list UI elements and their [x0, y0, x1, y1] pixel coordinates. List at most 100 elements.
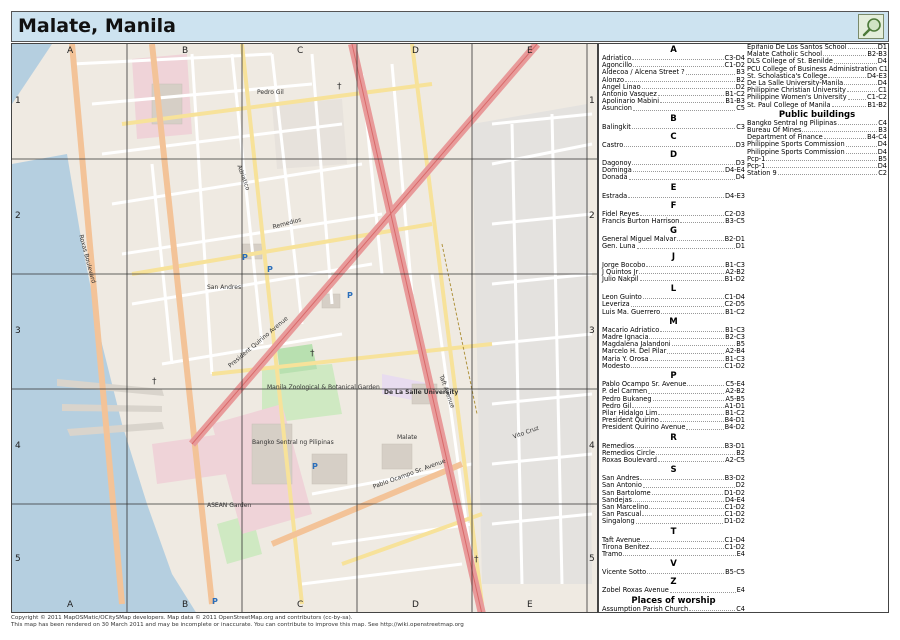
index-entry-ref: D4-E3 [724, 191, 745, 200]
index-entry-leader [647, 569, 725, 575]
index-entry-leader [642, 294, 724, 300]
index-entry[interactable]: Castro D3 [602, 141, 745, 149]
index-column-right: Epifanio De Los Santos School D1 Malate Ca… [747, 44, 888, 177]
index-entry-leader [646, 262, 725, 267]
index-entry-leader [642, 511, 724, 517]
index-entry-leader [658, 410, 725, 416]
index-entry-leader [685, 69, 736, 75]
index-entry-leader [837, 120, 878, 126]
svg-text:†: † [474, 555, 479, 565]
index-entry-leader [669, 587, 736, 593]
index-entry-leader [649, 504, 724, 510]
map-label-malate: Malate [397, 434, 418, 441]
index-entry-leader [635, 443, 724, 448]
index-entry[interactable]: Roxas Boulevard A2-C5 [602, 456, 745, 464]
svg-text:P: P [242, 253, 248, 262]
index-entry-leader [635, 518, 724, 524]
grid-col-b-bottom: B [182, 600, 189, 610]
index-entry-ref: B3-C5 [725, 217, 745, 226]
index-entry-name: Francis Burton Harrison [602, 217, 680, 226]
index-entry[interactable]: Station 9 C2 [747, 170, 887, 177]
index-entry[interactable]: Pcp-1 B5 [747, 155, 887, 163]
index-entry[interactable]: Francis Burton Harrison B3-C5 [602, 217, 745, 226]
index-entry[interactable]: Singalong D1-D2 [602, 518, 745, 525]
index-entry-leader [845, 141, 877, 147]
index-entry-leader [833, 58, 877, 64]
grid-col-c-bottom: C [297, 600, 304, 610]
index-entry-leader [680, 218, 725, 224]
index-entry-ref: B5-C5 [725, 568, 745, 577]
index-entry[interactable]: President Quirino Avenue B4-D2 [602, 424, 745, 431]
index-entry[interactable]: Philippine Sports Commission D4 [747, 148, 887, 156]
index-entry-leader [632, 497, 724, 502]
grid-row-4: 4 [15, 441, 21, 451]
grid-row-1-right: 1 [589, 96, 595, 106]
index-entry[interactable]: Gen. Luna D1 [602, 243, 745, 250]
index-entry-leader [651, 490, 724, 495]
index-entry-name: Luis Ma. Guerrero [602, 307, 661, 316]
index-entry-name: Modesto [602, 361, 631, 370]
index-entry-leader [831, 102, 867, 107]
index-entry[interactable]: St. Paul College of Manila B1-B2 [747, 100, 887, 109]
index-entry-leader [823, 134, 867, 140]
index-entry-ref: B1-B2 [867, 100, 887, 109]
index-entry-leader [671, 341, 736, 347]
index-entry-name: President Quirino Avenue [602, 423, 686, 432]
index-entry-name: St. Paul College of Manila [747, 100, 831, 109]
map-label-bangko-sentral: Bangko Sentral ng Pilipinas [252, 439, 334, 446]
index-entry-leader [847, 94, 867, 100]
magnifier-icon[interactable] [858, 14, 884, 39]
index-entry-ref: E4 [736, 549, 745, 558]
index-entry-leader [845, 149, 877, 154]
map-label-pedro-gil: Pedro Gil [257, 89, 284, 96]
index-entry[interactable]: Donada D4 [602, 174, 745, 181]
index-entry-leader [632, 160, 735, 166]
svg-text:†: † [310, 349, 315, 359]
index-entry[interactable]: Julio Nakpil B1-D2 [602, 275, 745, 284]
index-entry-leader [657, 91, 725, 97]
index-entry-leader [636, 243, 735, 249]
index-entry-leader [846, 87, 878, 93]
index-entry-leader [661, 309, 725, 314]
grid-row-5: 5 [15, 554, 21, 564]
index-entry[interactable]: Tramo E4 [602, 549, 745, 558]
index-entry-leader [657, 457, 725, 463]
index-entry-ref: B1-D2 [724, 275, 745, 284]
index-entry[interactable]: Vicente Sotto B5-C5 [602, 568, 745, 577]
index-entry[interactable]: Estrada D4-E3 [602, 191, 745, 200]
index-entry-leader [689, 606, 736, 611]
index-entry-leader [655, 450, 736, 455]
index-entry[interactable]: Modesto C1-D2 [602, 361, 745, 370]
grid-col-e-bottom: E [527, 600, 533, 610]
index-entry-leader [766, 163, 877, 169]
index-entry-leader [649, 356, 725, 361]
grid-row-3-right: 3 [589, 326, 595, 336]
index-entry-ref: C5 [736, 104, 745, 113]
index-entry-leader [686, 424, 724, 430]
index-entry-name: Tramo [602, 549, 623, 558]
index-entry-leader [649, 334, 725, 340]
index-entry[interactable]: Asuncion C5 [602, 105, 745, 112]
index-entry-ref: B4-D2 [724, 423, 745, 432]
grid-row-3: 3 [15, 326, 21, 336]
index-entry-leader [632, 403, 724, 408]
index-entry-leader [802, 127, 878, 133]
map-label-san-andres: San Andres [207, 284, 242, 291]
grid-row-2-right: 2 [589, 211, 595, 221]
map-area[interactable]: P P P P P † † † † A B C D E A B C D E 1 … [11, 43, 598, 613]
index-entry-leader [660, 98, 725, 104]
index-entry-leader [642, 482, 735, 488]
copyright-line: Copyright © 2011 MapOSMatic/OCitySMap de… [11, 615, 353, 621]
index-entry-leader [632, 55, 724, 61]
index-entry[interactable]: Tirona Benitez C1-D2 [602, 543, 745, 551]
grid-row-4-right: 4 [589, 441, 595, 451]
index-entry-leader [640, 475, 724, 481]
map-label-zoo: Manila Zoological & Botanical Garden [267, 384, 380, 391]
index-entry[interactable]: Zobel Roxas Avenue E4 [602, 587, 745, 594]
index-entry[interactable]: Luis Ma. Guerrero B1-C2 [602, 307, 745, 316]
map-title: Malate, Manila [18, 15, 176, 37]
index-entry[interactable]: Balingkit C3 [602, 123, 745, 131]
index-entry-leader [631, 363, 724, 369]
map-label-asean-garden: ASEAN Garden [207, 502, 252, 509]
index-entry-leader [766, 156, 878, 162]
